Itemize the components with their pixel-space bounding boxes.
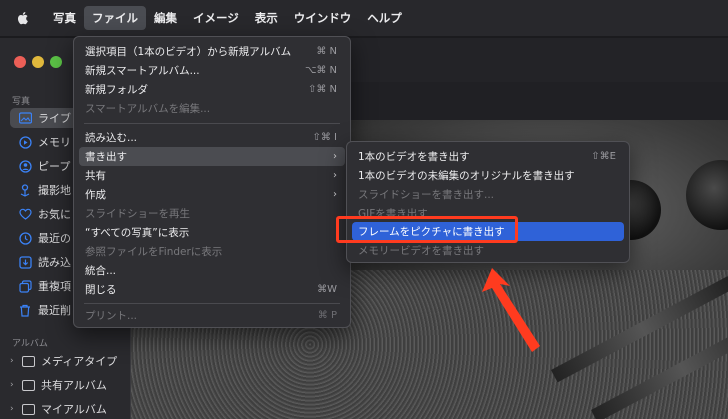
chevron-right-icon[interactable]: › (10, 380, 18, 390)
menu-item-label: プリント... (85, 310, 138, 322)
menu-item-label: 共有 (85, 170, 106, 182)
chevron-right-icon: › (333, 170, 337, 181)
menu-item-label: “すべての写真”に表示 (85, 227, 190, 239)
menu-item-close[interactable]: 閉じる ⌘W (79, 280, 345, 299)
annotation-arrow-icon (482, 268, 540, 352)
menu-window[interactable]: ウインドウ (286, 6, 360, 30)
menu-photos[interactable]: 写真 (45, 6, 84, 30)
menu-item-label: スライドショーを書き出す... (358, 189, 495, 201)
menu-item-play-slideshow: スライドショーを再生 (79, 204, 345, 223)
menu-item-import[interactable]: 読み込む... ⇧⌘ I (79, 128, 345, 147)
menu-file[interactable]: ファイル (84, 6, 146, 30)
menu-item-export-unmodified-original[interactable]: 1本のビデオの未編集のオリジナルを書き出す (352, 166, 624, 185)
close-button[interactable] (14, 56, 26, 68)
import-icon (18, 255, 32, 269)
menu-item-export[interactable]: 書き出す › (79, 147, 345, 166)
menu-view[interactable]: 表示 (247, 6, 286, 30)
menu-item-share[interactable]: 共有 › (79, 166, 345, 185)
sidebar-section-albums: アルバム (12, 339, 48, 349)
sidebar-item-label: ピープ (38, 160, 71, 173)
menu-item-label: 1本のビデオの未編集のオリジナルを書き出す (358, 170, 575, 182)
menu-item-label: 読み込む... (85, 132, 138, 144)
album-icon (22, 403, 35, 415)
menu-item-label: 1本のビデオを書き出す (358, 151, 470, 163)
sidebar-item-label: ライブ (38, 112, 71, 125)
menu-item-label: 閉じる (85, 284, 117, 296)
export-submenu: 1本のビデオを書き出す ⇧⌘E 1本のビデオの未編集のオリジナルを書き出す スラ… (346, 141, 630, 263)
menu-item-edit-smart-album: スマートアルバムを編集... (79, 99, 345, 118)
menu-item-label: 新規スマートアルバム... (85, 65, 200, 77)
chevron-right-icon[interactable]: › (10, 356, 18, 366)
shortcut: ⇧⌘ I (312, 132, 337, 143)
album-label: マイアルバム (41, 403, 107, 416)
sidebar-item-label: メモリ (38, 136, 71, 149)
menu-item-consolidate[interactable]: 統合... (79, 261, 345, 280)
sidebar-item-label: 読み込 (38, 256, 71, 269)
apple-icon[interactable] (15, 10, 31, 26)
menu-item-label: 作成 (85, 189, 106, 201)
shortcut: ⌥⌘ N (304, 65, 337, 76)
shortcut: ⇧⌘ N (307, 84, 337, 95)
album-label: メディアタイプ (41, 355, 118, 368)
sidebar-item-label: 最近削 (38, 304, 71, 317)
chevron-down-icon[interactable]: › (10, 404, 18, 414)
album-icon (22, 355, 35, 367)
menu-item-print: プリント... ⌘ P (79, 306, 345, 325)
heart-icon (18, 207, 32, 221)
menu-item-label: メモリービデオを書き出す (358, 245, 484, 257)
menu-item-label: 選択項目（1本のビデオ）から新規アルバム (85, 46, 292, 58)
sidebar-item-label: お気に (38, 208, 71, 221)
menu-item-show-referenced-file: 参照ファイルをFinderに表示 (79, 242, 345, 261)
menu-item-show-in-all-photos[interactable]: “すべての写真”に表示 (79, 223, 345, 242)
file-menu: 選択項目（1本のビデオ）から新規アルバム ⌘ N 新規スマートアルバム... ⌥… (73, 36, 351, 328)
sidebar-album-my-albums[interactable]: › マイアルバム (10, 399, 107, 419)
menu-item-label: 参照ファイルをFinderに表示 (85, 246, 223, 258)
menu-bar: 写真 ファイル 編集 イメージ 表示 ウインドウ ヘルプ (0, 0, 728, 36)
menu-separator (84, 303, 340, 304)
sidebar-item-label: 撮影地 (38, 184, 71, 197)
chevron-right-icon: › (333, 151, 337, 162)
sidebar-album-shared[interactable]: › 共有アルバム (10, 375, 107, 395)
recent-icon (18, 231, 32, 245)
memories-icon (18, 135, 32, 149)
menu-item-export-video[interactable]: 1本のビデオを書き出す ⇧⌘E (352, 147, 624, 166)
menu-item-create[interactable]: 作成 › (79, 185, 345, 204)
sidebar-album-media-types[interactable]: › メディアタイプ (10, 351, 117, 371)
menu-item-export-memory-video: メモリービデオを書き出す (352, 241, 624, 260)
album-label: 共有アルバム (41, 379, 107, 392)
menu-item-label: 書き出す (85, 151, 127, 163)
duplicate-icon (18, 279, 32, 293)
menu-item-label: スライドショーを再生 (85, 208, 190, 220)
album-icon (22, 379, 35, 391)
sidebar-item-label: 重複項 (38, 280, 71, 293)
places-icon (18, 183, 32, 197)
menu-item-label: 新規フォルダ (85, 84, 148, 96)
chevron-right-icon: › (333, 189, 337, 200)
menu-item-new-smart-album[interactable]: 新規スマートアルバム... ⌥⌘ N (79, 61, 345, 80)
menu-item-export-slideshow: スライドショーを書き出す... (352, 185, 624, 204)
people-icon (18, 159, 32, 173)
menu-image[interactable]: イメージ (185, 6, 247, 30)
menu-separator (84, 123, 340, 124)
highlight-box (336, 216, 518, 243)
menu-help[interactable]: ヘルプ (359, 6, 410, 30)
minimize-button[interactable] (32, 56, 44, 68)
library-icon (18, 111, 32, 125)
menu-item-new-album-from-selection[interactable]: 選択項目（1本のビデオ）から新規アルバム ⌘ N (79, 42, 345, 61)
sidebar-item-label: 最近の (38, 232, 71, 245)
zoom-button[interactable] (50, 56, 62, 68)
sidebar-section-photos: 写真 (12, 97, 31, 107)
shortcut: ⌘ P (317, 310, 337, 321)
menu-item-new-folder[interactable]: 新規フォルダ ⇧⌘ N (79, 80, 345, 99)
shortcut: ⌘ N (316, 46, 337, 57)
menu-item-label: 統合... (85, 265, 117, 277)
menu-edit[interactable]: 編集 (146, 6, 185, 30)
shortcut: ⌘W (317, 284, 337, 295)
shortcut: ⇧⌘E (591, 151, 616, 162)
knob-shape (686, 160, 728, 230)
menu-item-label: スマートアルバムを編集... (85, 103, 211, 115)
trash-icon (18, 303, 32, 317)
